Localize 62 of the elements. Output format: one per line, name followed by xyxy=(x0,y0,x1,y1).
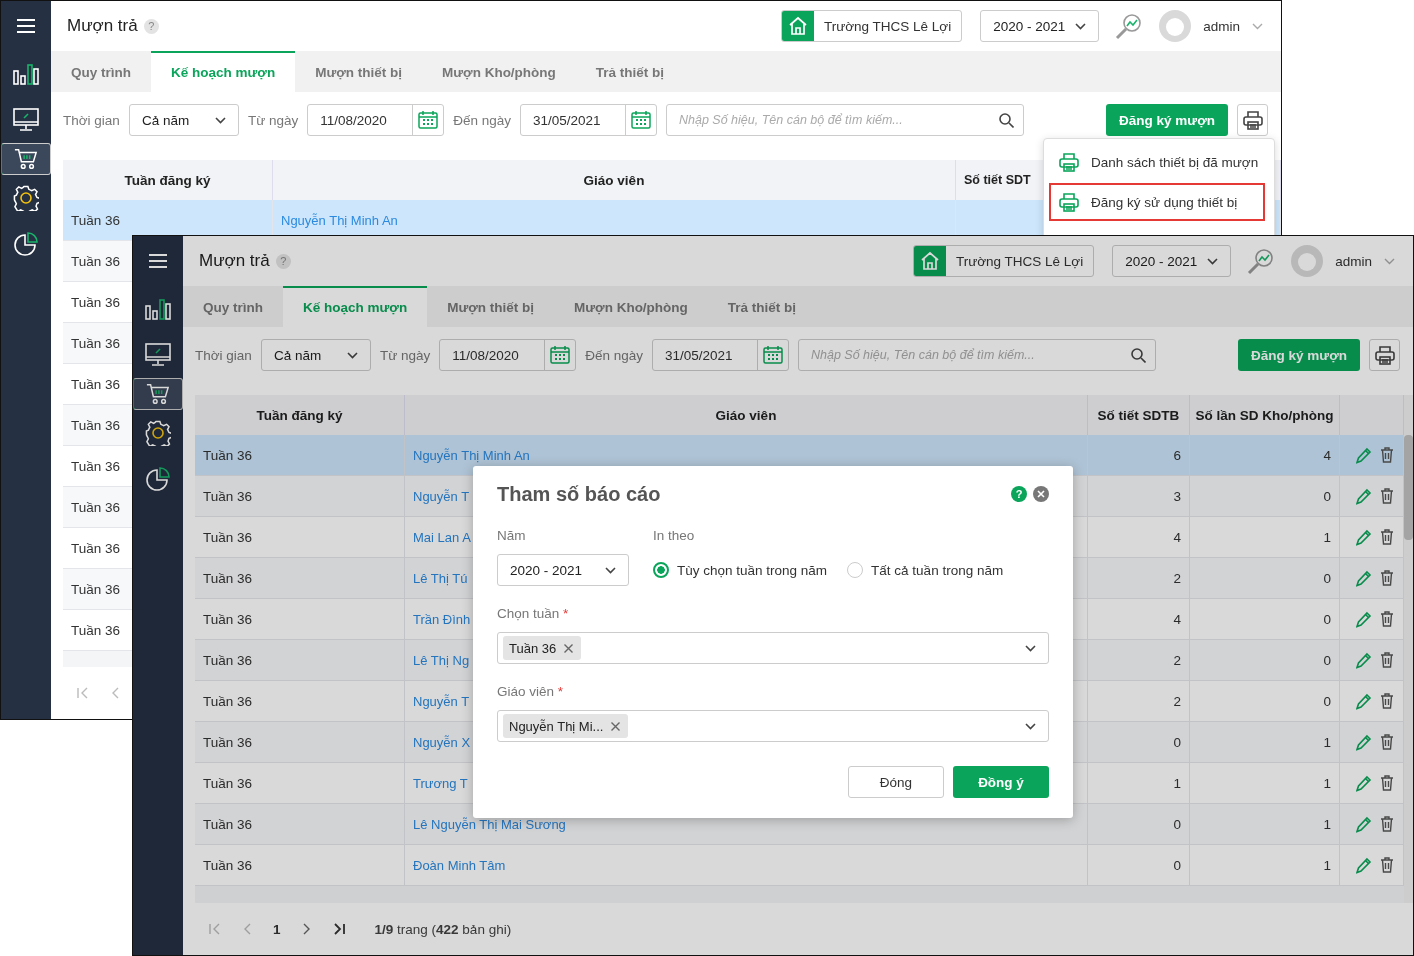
week-cell: Tuần 36 xyxy=(71,253,121,269)
field-label: Chọn tuần xyxy=(497,606,560,621)
week-cell: Tuần 36 xyxy=(71,294,121,310)
week-cell: Tuần 36 xyxy=(71,540,121,556)
week-cell: Tuần 36 xyxy=(203,816,253,832)
count-cell: 0 xyxy=(1323,652,1331,668)
week-cell: Tuần 36 xyxy=(71,458,121,474)
field-label: Đến ngày xyxy=(585,347,643,363)
count-cell: 2 xyxy=(1173,652,1181,668)
dialog-title: Tham số báo cáo xyxy=(497,482,661,506)
count-cell: 1 xyxy=(1323,529,1331,545)
count-cell: 2 xyxy=(1173,570,1181,586)
count-cell: 1 xyxy=(1323,816,1331,832)
week-cell: Tuần 36 xyxy=(203,775,253,791)
count-cell: 1 xyxy=(1323,775,1331,791)
count-cell: 0 xyxy=(1173,734,1181,750)
week-cell: Tuần 36 xyxy=(71,581,121,597)
field-label: Từ ngày xyxy=(247,112,299,128)
count-cell: 0 xyxy=(1323,611,1331,627)
week-cell: Tuần 36 xyxy=(203,488,253,504)
week-cell: Tuần 36 xyxy=(71,212,121,228)
week-cell: Tuần 36 xyxy=(71,622,121,638)
week-cell: Tuần 36 xyxy=(203,734,253,750)
week-cell: Tuần 36 xyxy=(203,652,253,668)
count-cell: 6 xyxy=(1173,447,1181,463)
count-cell: 0 xyxy=(1173,857,1181,873)
count-cell: 4 xyxy=(1173,529,1181,545)
count-cell: 0 xyxy=(1173,816,1181,832)
count-cell: 1 xyxy=(1323,857,1331,873)
field-label: Thời gian xyxy=(63,112,120,128)
count-cell: 4 xyxy=(1323,447,1331,463)
week-cell: Tuần 36 xyxy=(71,499,121,515)
week-cell: Tuần 36 xyxy=(203,529,253,545)
page-title: Mượn trả xyxy=(199,251,270,271)
week-cell: Tuần 36 xyxy=(203,693,253,709)
count-cell: 2 xyxy=(1173,693,1181,709)
field-label: In theo xyxy=(653,528,696,545)
week-cell: Tuần 36 xyxy=(71,335,121,351)
count-cell: 3 xyxy=(1173,488,1181,504)
count-cell: 4 xyxy=(1173,611,1181,627)
selected-tag: Nguyễn Thị Mi... xyxy=(503,714,629,738)
selected-tag: Tuần 36 xyxy=(503,636,582,660)
week-cell: Tuần 36 xyxy=(71,376,121,392)
count-cell: 0 xyxy=(1323,488,1331,504)
field-label: Năm xyxy=(497,528,527,545)
page-title: Mượn trả xyxy=(67,16,138,36)
field-label: Từ ngày xyxy=(379,347,431,363)
field-label: Đến ngày xyxy=(453,112,511,128)
page-summary: 1/9 trang (422 bản ghi) xyxy=(374,921,512,937)
week-cell: Tuần 36 xyxy=(71,417,121,433)
count-cell: 0 xyxy=(1323,570,1331,586)
count-cell: 0 xyxy=(1323,693,1331,709)
field-label: Giáo viên xyxy=(497,684,555,699)
count-cell: 1 xyxy=(1323,734,1331,750)
field-label: Thời gian xyxy=(195,347,252,363)
required-mark: * xyxy=(557,684,564,699)
week-cell: Tuần 36 xyxy=(203,447,253,463)
week-cell: Tuần 36 xyxy=(203,611,253,627)
week-cell: Tuần 36 xyxy=(203,857,253,873)
required-mark: * xyxy=(563,606,569,621)
count-cell: 1 xyxy=(1173,775,1181,791)
week-cell: Tuần 36 xyxy=(203,570,253,586)
